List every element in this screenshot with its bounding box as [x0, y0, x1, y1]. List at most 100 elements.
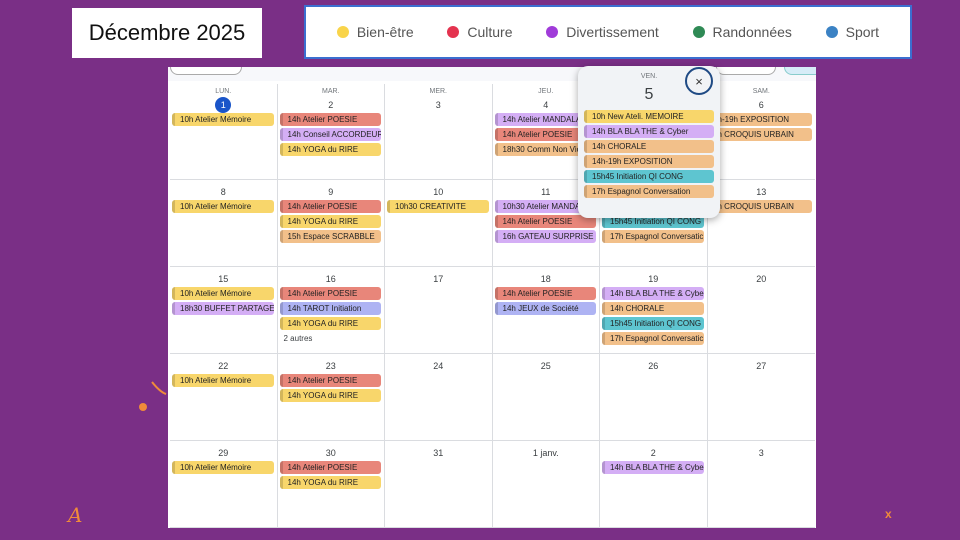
day-cell[interactable]: 27	[707, 354, 816, 441]
event-chip[interactable]: 14h YOGA du RIRE	[279, 215, 381, 228]
day-number[interactable]: 2	[600, 445, 707, 461]
day-number-text: 8	[220, 187, 226, 197]
day-cell[interactable]: 24	[385, 354, 493, 441]
event-chip[interactable]: 10h Atelier Mémoire	[172, 200, 274, 213]
legend-dot-icon	[825, 26, 838, 38]
day-number[interactable]: 13	[708, 184, 816, 200]
day-cell[interactable]: 2 14h BLA BLA THE & Cybe	[600, 441, 708, 528]
day-number[interactable]: 10	[385, 184, 492, 200]
event-chip[interactable]: h-19h EXPOSITION	[709, 113, 812, 126]
day-cell[interactable]: 17	[385, 267, 493, 354]
day-cell[interactable]: LUN. 1 10h Atelier Mémoire	[170, 84, 278, 180]
day-cell[interactable]: 9 14h Atelier POESIE 14h YOGA du RIRE 15h E…	[277, 180, 385, 267]
day-number[interactable]: 17	[385, 271, 492, 287]
popup-event-chip[interactable]: 14h CHORALE	[584, 140, 714, 153]
day-cell[interactable]: 25	[492, 354, 600, 441]
event-chip[interactable]: 14h Atelier POESIE	[279, 374, 381, 387]
day-cell[interactable]: SAM. 6 h-19h EXPOSITION h CROQUIS URBAIN	[707, 84, 816, 180]
event-chip[interactable]: 14h Atelier POESIE	[279, 200, 381, 213]
day-number[interactable]: 16	[278, 271, 385, 287]
day-number[interactable]: 24	[385, 358, 492, 374]
weekday-label: MAR.	[322, 88, 340, 95]
popup-event-chip[interactable]: 17h Espagnol Conversation	[584, 185, 714, 198]
view-button-fragment-2[interactable]	[784, 67, 816, 75]
day-cell[interactable]: 29 10h Atelier Mémoire	[170, 441, 278, 528]
day-number[interactable]: 26	[600, 358, 707, 374]
day-cell[interactable]: 13 h CROQUIS URBAIN	[707, 180, 816, 267]
day-number[interactable]: 18	[493, 271, 600, 287]
day-cell[interactable]: 3	[707, 441, 816, 528]
event-chip[interactable]: 14h YOGA du RIRE	[279, 143, 381, 156]
popup-event-chip[interactable]: 14h-19h EXPOSITION	[584, 155, 714, 168]
event-chip[interactable]: 14h BLA BLA THE & Cybe	[602, 461, 704, 474]
event-chip[interactable]: h CROQUIS URBAIN	[709, 200, 812, 213]
more-events-link[interactable]: 2 autres	[278, 332, 385, 345]
event-chip[interactable]: 14h Atelier POESIE	[279, 287, 381, 300]
event-chip[interactable]: 18h30 BUFFET PARTAGE	[172, 302, 274, 315]
day-cell[interactable]: 22 10h Atelier Mémoire	[170, 354, 278, 441]
event-chip[interactable]: 14h BLA BLA THE & Cybe	[602, 287, 704, 300]
event-chip[interactable]: 14h CHORALE	[602, 302, 704, 315]
day-cell[interactable]: 30 14h Atelier POESIE 14h YOGA du RIRE	[277, 441, 385, 528]
day-number[interactable]: 22	[170, 358, 277, 374]
day-number[interactable]: 2	[278, 97, 385, 113]
event-chip[interactable]: 14h TAROT Initiation	[279, 302, 381, 315]
day-cell[interactable]: MER. 3	[385, 84, 493, 180]
event-chip[interactable]: 10h30 CREATIVITE	[387, 200, 489, 213]
popup-event-chip[interactable]: 10h New Ateli. MEMOIRE	[584, 110, 714, 123]
day-number[interactable]: 3	[385, 97, 492, 113]
day-cell[interactable]: 1 janv.	[492, 441, 600, 528]
event-chip[interactable]: 14h Atelier POESIE	[279, 113, 381, 126]
event-chip[interactable]: 10h Atelier Mémoire	[172, 113, 274, 126]
day-cell[interactable]: 15 10h Atelier Mémoire 18h30 BUFFET PARTAG…	[170, 267, 278, 354]
popup-event-chip[interactable]: 15h45 Initiation QI CONG	[584, 170, 714, 183]
day-cell[interactable]: MAR. 2 14h Atelier POESIE 14h Conseil ACCOR…	[277, 84, 385, 180]
event-chip[interactable]: 17h Espagnol Conversatic	[602, 332, 704, 345]
event-chip[interactable]: 14h YOGA du RIRE	[279, 389, 381, 402]
event-chip[interactable]: 15h Espace SCRABBLE	[279, 230, 381, 243]
nav-button-fragment[interactable]	[170, 67, 242, 75]
event-chip[interactable]: 14h Atelier POESIE	[279, 461, 381, 474]
day-number[interactable]: 9	[278, 184, 385, 200]
day-cell[interactable]: 20	[707, 267, 816, 354]
event-chip[interactable]: 14h JEUX de Société	[494, 302, 596, 315]
day-number[interactable]: 30	[278, 445, 385, 461]
event-chip[interactable]: 15h45 Initiation QI CONG	[602, 317, 704, 330]
day-number[interactable]: 25	[493, 358, 600, 374]
day-number[interactable]: 1 janv.	[493, 445, 600, 461]
event-chip[interactable]: 17h Espagnol Conversatic	[602, 230, 704, 243]
day-number[interactable]: 31	[385, 445, 492, 461]
day-number[interactable]: 19	[600, 271, 707, 287]
day-cell[interactable]: 18 14h Atelier POESIE 14h JEUX de Société	[492, 267, 600, 354]
event-chip[interactable]: 14h Conseil ACCORDEUR	[279, 128, 381, 141]
day-number[interactable]: 1	[170, 97, 277, 113]
day-number[interactable]: 8	[170, 184, 277, 200]
day-number[interactable]: 27	[708, 358, 816, 374]
event-chip[interactable]: 14h Atelier POESIE	[494, 287, 596, 300]
day-number[interactable]: 3	[708, 445, 816, 461]
event-chip[interactable]: 14h YOGA du RIRE	[279, 476, 381, 489]
event-chip[interactable]: 14h Atelier POESIE	[494, 215, 596, 228]
event-chip[interactable]: 16h GATEAU SURPRISE	[494, 230, 596, 243]
event-chip[interactable]: 10h Atelier Mémoire	[172, 374, 274, 387]
day-number-text: 22	[218, 361, 229, 371]
day-cell[interactable]: 8 10h Atelier Mémoire	[170, 180, 278, 267]
event-chip[interactable]: 14h YOGA du RIRE	[279, 317, 381, 330]
day-number[interactable]: 23	[278, 358, 385, 374]
popup-event-chip[interactable]: 14h BLA BLA THE & Cyber	[584, 125, 714, 138]
day-cell[interactable]: 16 14h Atelier POESIE 14h TAROT Initiation…	[277, 267, 385, 354]
day-number[interactable]: 20	[708, 271, 816, 287]
close-icon[interactable]: ×	[685, 67, 713, 95]
day-cell[interactable]: 26	[600, 354, 708, 441]
day-cell[interactable]: 31	[385, 441, 493, 528]
day-number[interactable]: 29	[170, 445, 277, 461]
day-cell[interactable]: 19 14h BLA BLA THE & Cybe 14h CHORALE 15h45…	[600, 267, 708, 354]
view-button-fragment[interactable]	[716, 67, 776, 75]
day-cell[interactable]: 10 10h30 CREATIVITE	[385, 180, 493, 267]
day-number[interactable]: 6	[708, 97, 816, 113]
day-number[interactable]: 15	[170, 271, 277, 287]
event-chip[interactable]: 10h Atelier Mémoire	[172, 461, 274, 474]
event-chip[interactable]: 10h Atelier Mémoire	[172, 287, 274, 300]
event-chip[interactable]: h CROQUIS URBAIN	[709, 128, 812, 141]
day-cell[interactable]: 23 14h Atelier POESIE 14h YOGA du RIRE	[277, 354, 385, 441]
